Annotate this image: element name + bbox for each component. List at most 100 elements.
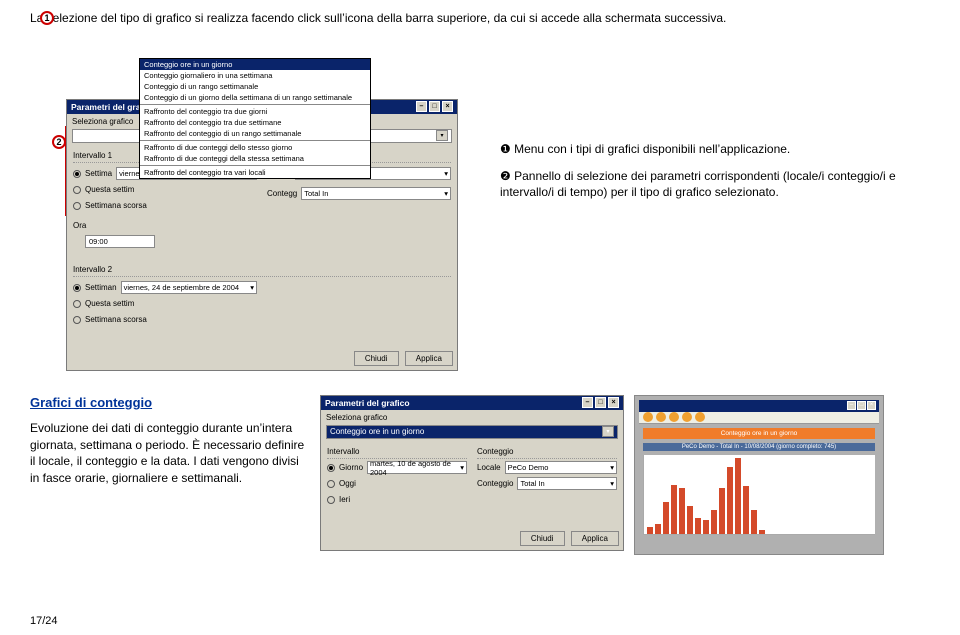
chiudi-button-2[interactable]: Chiudi [520, 531, 565, 546]
label-scorsa-2: Settimana scorsa [85, 315, 147, 324]
chart-bar [687, 506, 693, 534]
applica-button-2[interactable]: Applica [571, 531, 619, 546]
radio-questa-settimana[interactable] [73, 186, 81, 194]
intervallo2-header: Intervallo 2 [73, 265, 451, 277]
toolbar-icon[interactable] [656, 412, 666, 422]
chart-bar [695, 518, 701, 534]
legend-text-1: ❶ Menu con i tipi di grafici disponibili… [500, 141, 790, 158]
parametri-dialog-2: Parametri del grafico – □ × Seleziona gr… [320, 395, 624, 551]
legend-text-2: ❷ Pannello di selezione dei parametri co… [500, 168, 930, 202]
radio-settimana-2[interactable] [73, 284, 81, 292]
label-questa-2: Questa settim [85, 299, 134, 308]
dialog-title-text-2: Parametri del grafico [325, 398, 410, 408]
minimize-icon[interactable]: – [847, 401, 856, 410]
menu-item[interactable]: Raffronto del conteggio tra due settiman… [140, 117, 370, 128]
label-ieri: Ieri [339, 495, 350, 504]
page-number: 17/24 [30, 615, 58, 627]
chart-bar [711, 510, 717, 534]
chart-toolbar[interactable] [639, 412, 879, 424]
section-title: Grafici di conteggio [30, 395, 310, 410]
radio-settimana[interactable] [73, 170, 81, 178]
toolbar-icon[interactable] [695, 412, 705, 422]
label-questa: Questa settim [85, 185, 134, 194]
chart-plot-area [643, 455, 875, 535]
toolbar-icon[interactable] [682, 412, 692, 422]
label-scorsa: Settimana scorsa [85, 201, 147, 210]
chart-bar [743, 486, 749, 533]
seleziona-label-2: Seleziona grafico [321, 410, 623, 425]
close-icon[interactable]: × [867, 401, 876, 410]
section-text: Evoluzione dei dati di conteggio durante… [30, 420, 310, 487]
chart-bar [655, 524, 661, 533]
minimize-icon[interactable]: – [416, 101, 427, 112]
radio-ieri[interactable] [327, 496, 335, 504]
close-icon[interactable]: × [608, 397, 619, 408]
menu-item[interactable]: Raffronto del conteggio tra due giorni [140, 106, 370, 117]
conteggio-header-2: Conteggio [477, 447, 617, 459]
chevron-down-icon[interactable]: ▾ [602, 426, 614, 437]
conteggio-dropdown[interactable]: Total In▾ [301, 187, 451, 200]
chart-bar [759, 530, 765, 534]
radio-oggi[interactable] [327, 480, 335, 488]
radio-settimana-scorsa[interactable] [73, 202, 81, 210]
chart-subtitle: PeCo Demo - Total In - 10/08/2004 (giorn… [643, 443, 875, 451]
dialog-titlebar-2: Parametri del grafico – □ × [321, 396, 623, 410]
chart-bar [719, 488, 725, 534]
chart-window: – □ × Conteggio ore in un giorno PeCo De… [634, 395, 884, 555]
date-picker-2[interactable]: viernes, 24 de septiembre de 2004▾ [121, 281, 257, 294]
chart-bar [679, 488, 685, 534]
label-giorno: Giorno [339, 463, 363, 472]
label-settimana: Settima [85, 169, 112, 178]
chart-title: Conteggio ore in un giorno [643, 428, 875, 439]
legend-bullet-2 [480, 168, 494, 202]
maximize-icon[interactable]: □ [429, 101, 440, 112]
conteggio-label: Contegg [267, 189, 297, 198]
radio-giorno[interactable] [327, 464, 335, 472]
chiudi-button[interactable]: Chiudi [354, 351, 399, 366]
chart-bar [727, 467, 733, 534]
toolbar-icon[interactable] [643, 412, 653, 422]
chart-bar [703, 520, 709, 534]
conteggio-label-2: Conteggio [477, 479, 513, 488]
locale-dropdown-2[interactable]: PeCo Demo▾ [505, 461, 617, 474]
minimize-icon[interactable]: – [582, 397, 593, 408]
radio-scorsa-2[interactable] [73, 316, 81, 324]
callout-marker-2: 2 [52, 135, 66, 149]
maximize-icon[interactable]: □ [857, 401, 866, 410]
menu-item[interactable]: Raffronto del conteggio tra vari locali [140, 167, 370, 178]
chart-bar [735, 458, 741, 534]
chart-bar [671, 485, 677, 534]
legend-bullet-1 [480, 141, 494, 158]
locale-label-2: Locale [477, 463, 501, 472]
dropdown-value-2: Conteggio ore in un giorno [330, 427, 424, 436]
menu-item[interactable]: Raffronto di due conteggi dello stesso g… [140, 142, 370, 153]
chart-bar [663, 502, 669, 534]
menu-item[interactable]: Raffronto di due conteggi della stessa s… [140, 153, 370, 164]
parametri-dialog-1: Conteggio ore in un giorno Conteggio gio… [66, 99, 458, 371]
chevron-down-icon[interactable]: ▾ [436, 130, 448, 141]
intro-text: La selezione del tipo di grafico si real… [30, 10, 930, 27]
callout-marker-1: 1 [40, 11, 54, 25]
menu-item[interactable]: Conteggio di un rango settimanale [140, 81, 370, 92]
seleziona-dropdown-2[interactable]: Conteggio ore in un giorno ▾ [326, 425, 618, 439]
label-settimana-2: Settiman [85, 283, 117, 292]
chart-window-titlebar: – □ × [639, 400, 879, 412]
grafico-type-menu[interactable]: Conteggio ore in un giorno Conteggio gio… [139, 58, 371, 179]
menu-item[interactable]: Conteggio giornaliero in una settimana [140, 70, 370, 81]
chart-bar [647, 527, 653, 533]
conteggio-dropdown-2[interactable]: Total In▾ [517, 477, 617, 490]
toolbar-icon[interactable] [669, 412, 679, 422]
ora-input[interactable]: 09:00 [85, 235, 155, 248]
menu-item-selected[interactable]: Conteggio ore in un giorno [140, 59, 370, 70]
label-oggi: Oggi [339, 479, 356, 488]
close-icon[interactable]: × [442, 101, 453, 112]
radio-questa-2[interactable] [73, 300, 81, 308]
menu-item[interactable]: Raffronto del conteggio di un rango sett… [140, 128, 370, 139]
maximize-icon[interactable]: □ [595, 397, 606, 408]
applica-button[interactable]: Applica [405, 351, 453, 366]
menu-item[interactable]: Conteggio di un giorno della settimana d… [140, 92, 370, 103]
chart-bar [751, 510, 757, 534]
date-picker-3[interactable]: martes, 10 de agosto de 2004▾ [367, 461, 467, 474]
ora-label: Ora [73, 221, 86, 230]
intervallo-header-2: Intervallo [327, 447, 467, 459]
